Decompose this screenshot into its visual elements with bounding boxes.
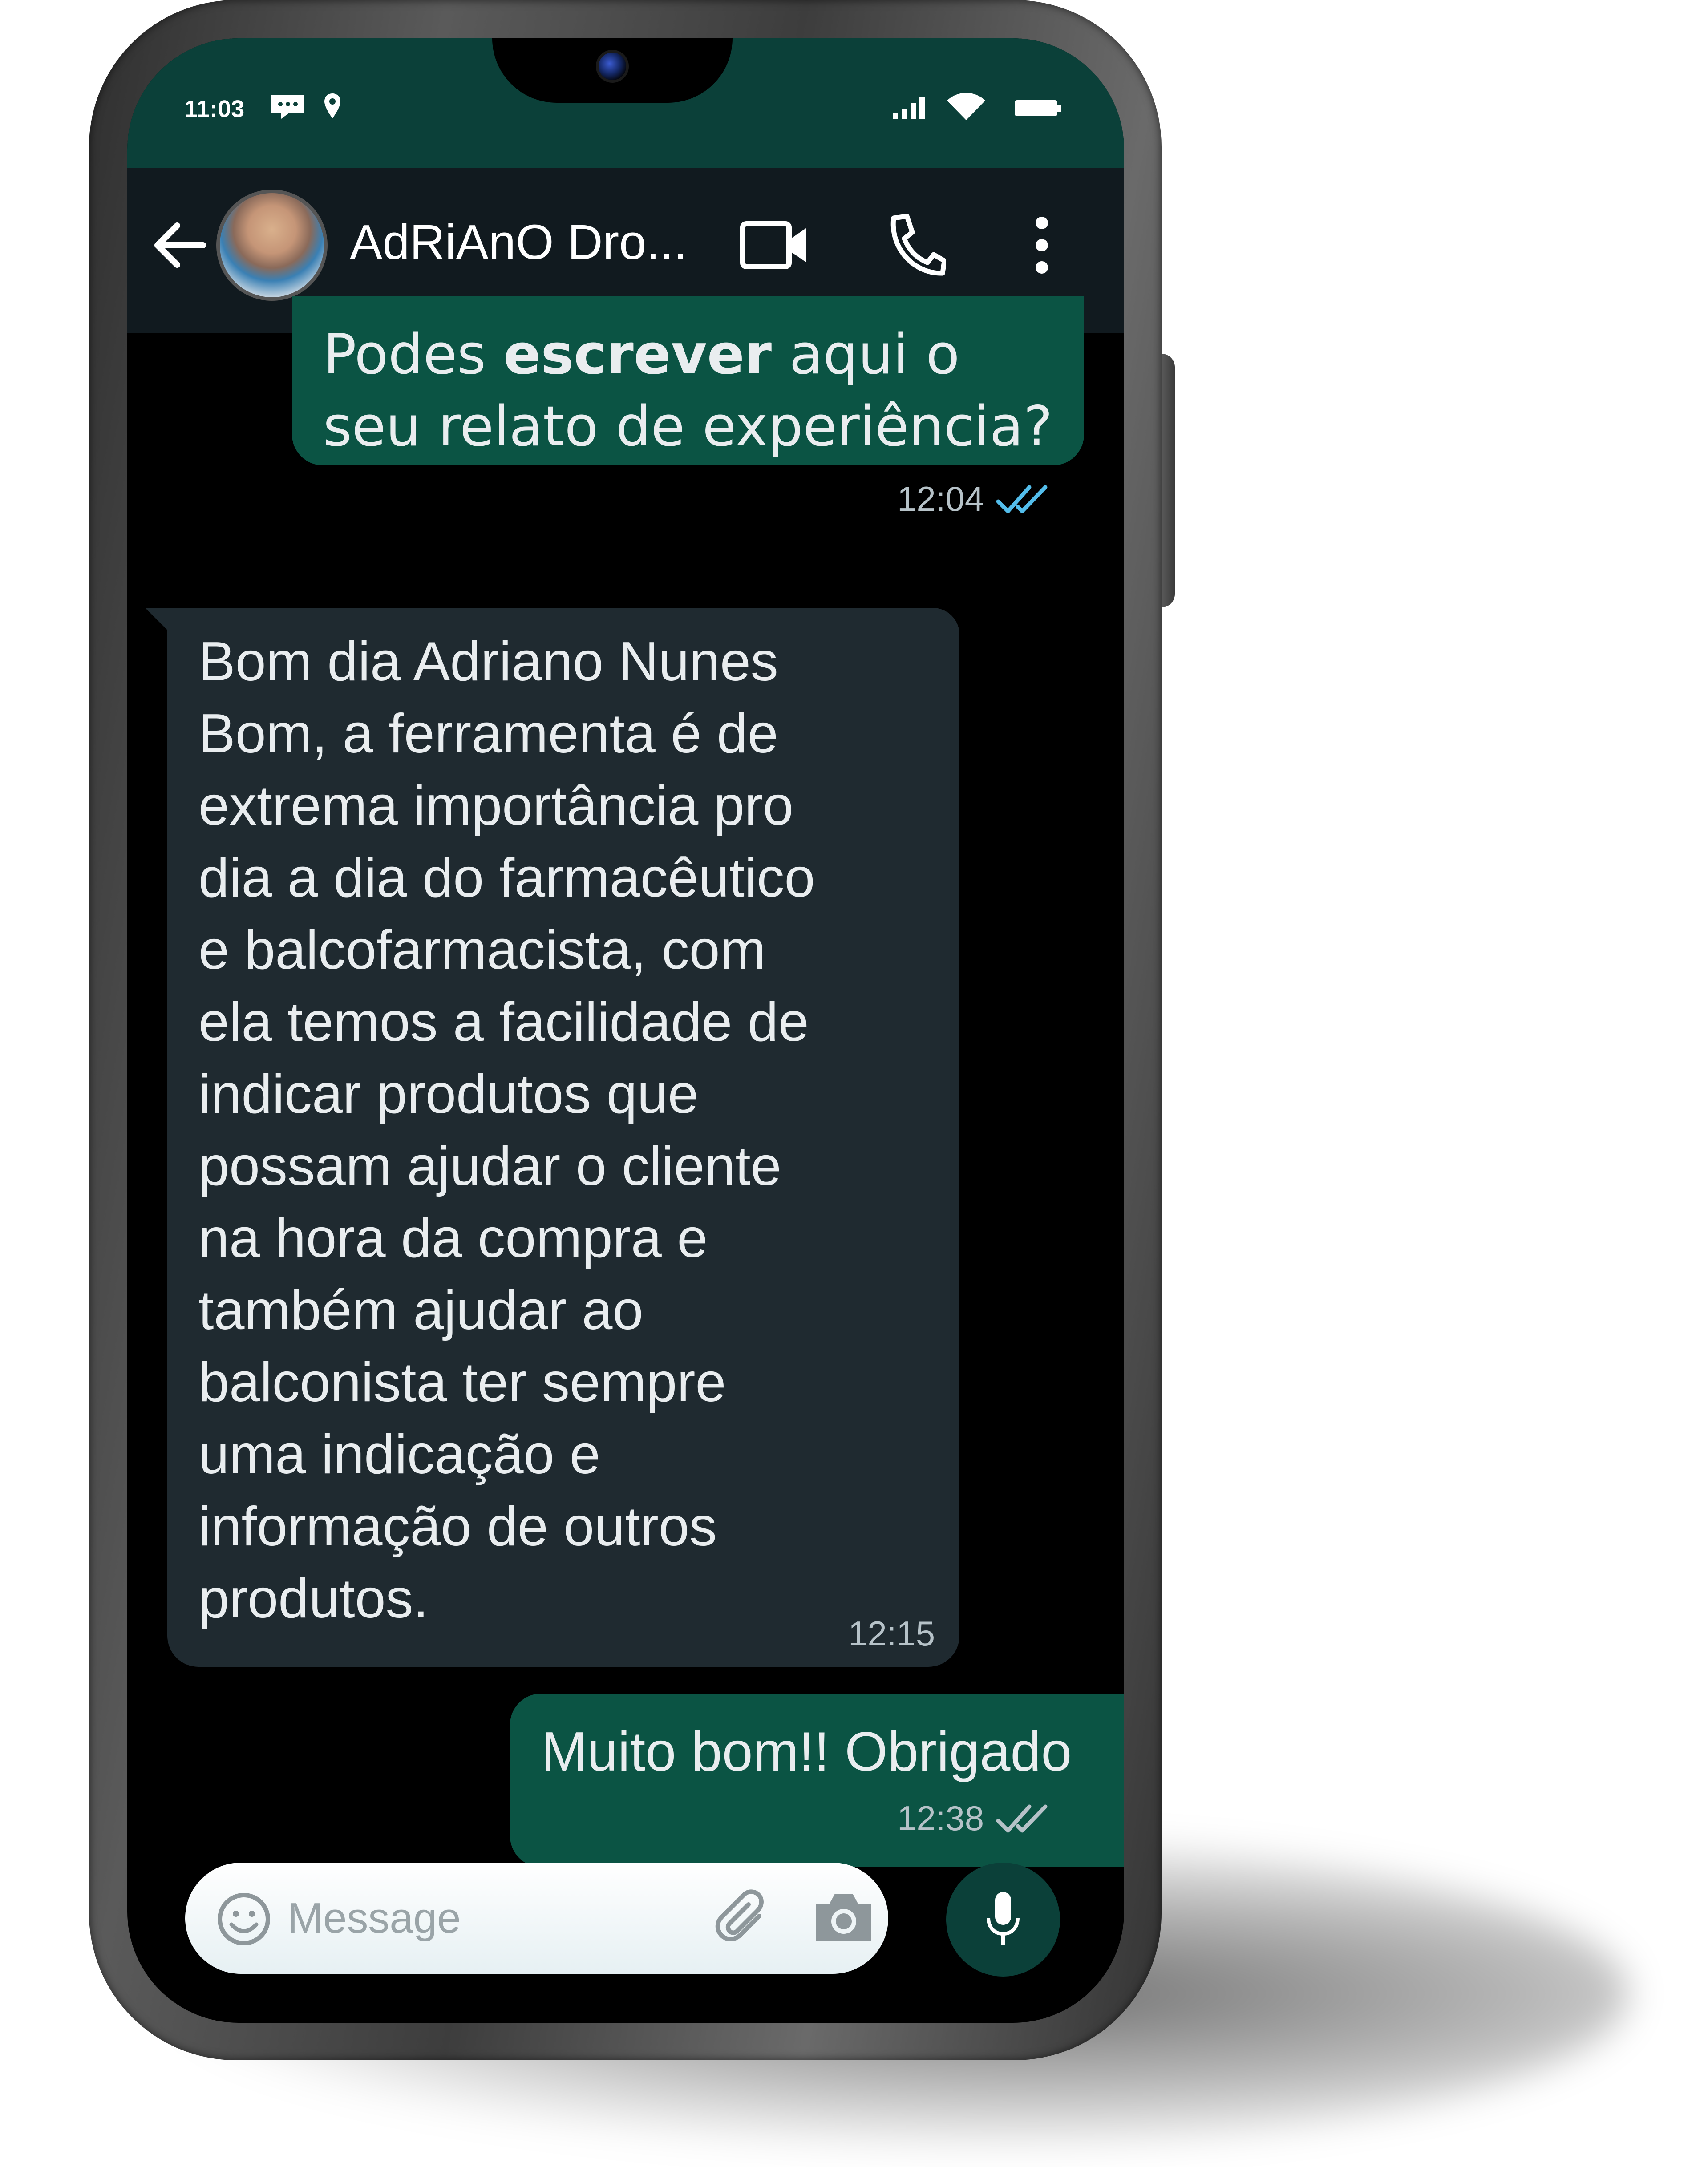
emoji-icon[interactable] — [216, 1892, 271, 1947]
mic-icon[interactable] — [983, 1890, 1023, 1949]
message-3-meta: 12:38 — [897, 1798, 1048, 1839]
status-time: 11:03 — [184, 96, 245, 122]
contact-name[interactable]: AdRiAnO Dro... — [350, 214, 687, 271]
voice-call-icon[interactable] — [884, 212, 946, 279]
message-2-time: 12:15 — [848, 1614, 935, 1653]
attach-icon[interactable] — [715, 1889, 773, 1947]
battery-icon — [1015, 100, 1061, 116]
more-options-icon[interactable] — [1033, 214, 1051, 276]
message-icon — [271, 95, 304, 119]
video-call-icon[interactable] — [739, 218, 810, 272]
message-placeholder: Message — [287, 1894, 461, 1942]
location-icon — [324, 93, 340, 118]
message-2-meta: 12:15 — [848, 1613, 935, 1654]
signal-icon — [893, 97, 925, 119]
message-1-meta: 12:04 — [897, 479, 1048, 519]
camera-icon[interactable] — [813, 1889, 875, 1945]
phone-screen: 11:03 AdRiAnO Dro... Podes escrever aqui… — [127, 38, 1124, 2023]
message-1-text-start: Podes — [323, 323, 504, 387]
contact-avatar[interactable] — [216, 190, 328, 301]
delivered-ticks-icon — [996, 1804, 1048, 1832]
message-1-text: Podes escrever aqui o seu relato de expe… — [323, 319, 1071, 463]
message-1-time: 12:04 — [897, 479, 984, 518]
back-arrow-icon[interactable] — [150, 218, 207, 272]
message-2-text: Bom dia Adriano Nunes Bom, a ferramenta … — [198, 631, 815, 1629]
read-ticks-icon — [996, 485, 1048, 513]
front-camera — [596, 50, 629, 83]
message-3-text: Muito bom!! Obrigado — [541, 1721, 1072, 1783]
phone-frame: 11:03 AdRiAnO Dro... Podes escrever aqui… — [89, 0, 1162, 2060]
message-3-time: 12:38 — [897, 1799, 984, 1838]
message-1-text-bold: escrever — [503, 323, 772, 387]
wifi-icon — [947, 93, 985, 120]
